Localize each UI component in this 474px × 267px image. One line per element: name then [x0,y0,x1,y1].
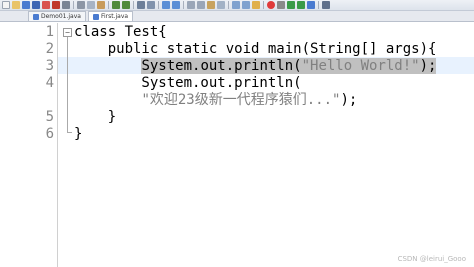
line-number-gutter: 1 2 3 4 5 6 [0,23,58,267]
code-line-4: System.out.println( [74,75,302,91]
watermark: CSDN @leirui_Gooo [397,255,466,263]
copy-icon[interactable] [87,1,95,9]
toolbar [0,0,474,11]
indent-guide-icon[interactable] [217,1,225,9]
replace-icon[interactable] [147,1,155,9]
sync-icon[interactable] [187,1,195,9]
selected-text: System.out.println("Hello World!"); [141,58,437,74]
open-icon[interactable] [12,1,20,9]
tab-first[interactable]: First.java [87,11,134,21]
code-line-1: class Test{ [74,24,167,40]
paste-icon[interactable] [97,1,105,9]
stop-icon[interactable] [277,1,285,9]
file-saved-icon [33,13,39,20]
code-line-5: "欢迎23级新一代程序猿们..."); [74,92,357,109]
code-line-6: } [74,109,117,125]
record-icon[interactable] [267,1,275,9]
doc-map-icon[interactable] [232,1,240,9]
wrap-icon[interactable] [197,1,205,9]
toolbar-separator [73,1,74,9]
toolbar-separator [228,1,229,9]
line-number: 6 [45,126,54,142]
line-number: 1 [45,24,54,40]
code-line-7: } [74,126,83,142]
func-list-icon[interactable] [242,1,250,9]
cut-icon[interactable] [77,1,85,9]
play-icon[interactable] [287,1,295,9]
code-call: System.out.println( [141,58,302,74]
tab-label: Demo01.java [41,13,81,20]
file-saved-icon [92,13,99,20]
zoom-out-icon[interactable] [172,1,180,9]
find-icon[interactable] [137,1,145,9]
tab-demo01[interactable]: Demo01.java [28,11,86,21]
tab-bar: Demo01.java First.java [0,11,474,22]
line-number: 2 [45,41,54,57]
fold-guide-end [67,132,72,133]
code-line-2: public static void main(String[] args){ [74,41,437,57]
spellcheck-icon[interactable] [322,1,330,9]
toolbar-separator [263,1,264,9]
code-call-end: ); [340,92,358,108]
new-file-icon[interactable] [2,1,10,9]
line-number: 3 [45,58,54,74]
save-all-icon[interactable] [32,1,40,9]
zoom-in-icon[interactable] [162,1,170,9]
string-literal: "欢迎23级新一代程序猿们..." [141,92,341,108]
string-literal: "Hello World!" [301,58,420,74]
undo-icon[interactable] [112,1,120,9]
tab-label: First.java [100,13,129,20]
play-multiple-icon[interactable] [297,1,305,9]
toolbar-separator [183,1,184,9]
fold-toggle-icon[interactable]: − [63,28,72,37]
show-all-icon[interactable] [207,1,215,9]
print-icon[interactable] [62,1,70,9]
close-all-icon[interactable] [52,1,60,9]
code-call-end: ); [419,58,437,74]
toolbar-separator [133,1,134,9]
toolbar-separator [108,1,109,9]
fold-guide [67,37,68,132]
close-icon[interactable] [42,1,50,9]
code-line-3: System.out.println("Hello World!"); [74,58,437,75]
line-number: 5 [45,109,54,125]
folder-icon[interactable] [252,1,260,9]
redo-icon[interactable] [122,1,130,9]
save-icon[interactable] [22,1,30,9]
toolbar-separator [158,1,159,9]
save-macro-icon[interactable] [307,1,315,9]
toolbar-separator [318,1,319,9]
code-editor[interactable]: 1 2 3 4 5 6 − − class Test{ public stati… [0,23,474,267]
line-number: 4 [45,75,54,91]
